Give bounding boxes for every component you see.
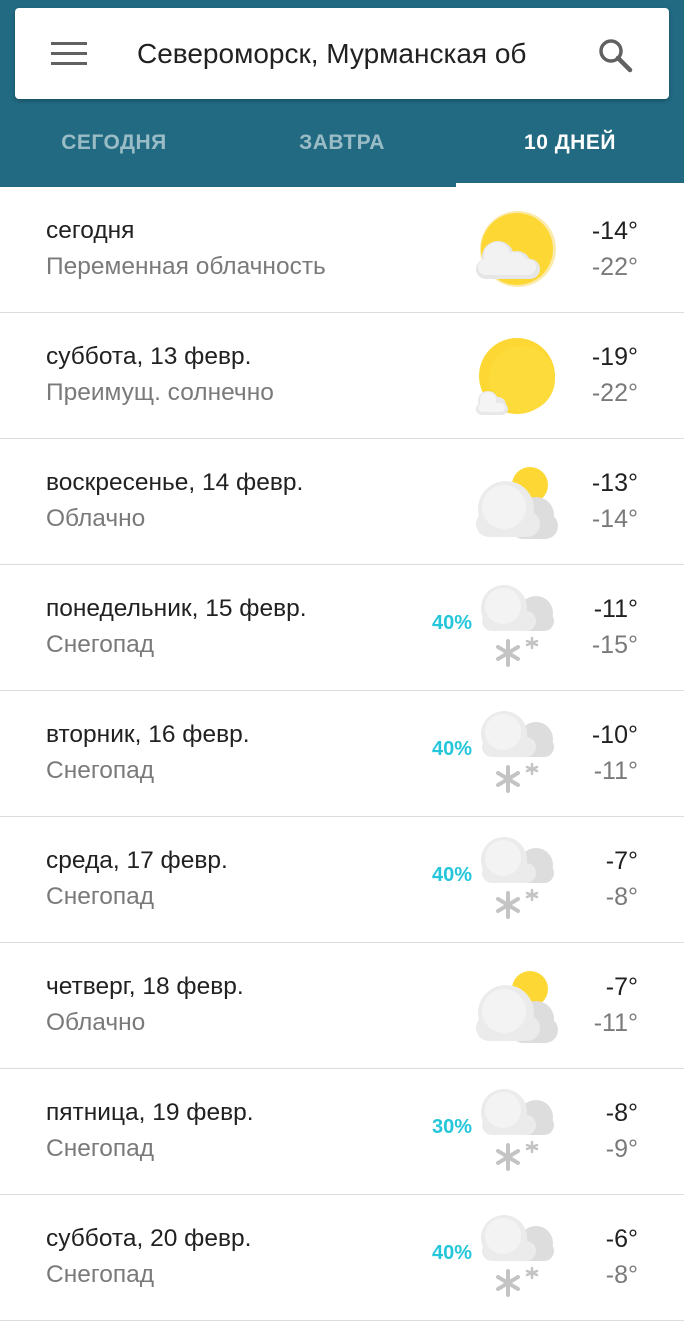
forecast-row[interactable]: сегодня Переменная облачность -14° -22° bbox=[0, 187, 684, 313]
precip-chance: 40% bbox=[431, 1242, 472, 1264]
menu-icon[interactable] bbox=[51, 42, 87, 66]
forecast-row[interactable]: воскресенье, 14 февр. Облачно -13° -14° bbox=[0, 439, 684, 565]
forecast-day: понедельник, 15 февр. bbox=[46, 595, 307, 622]
temp-high: -19° bbox=[591, 343, 638, 371]
temp-low: -22° bbox=[591, 379, 638, 407]
temp-low: -11° bbox=[593, 757, 638, 785]
app-header: Североморск, Мурманская об СЕГОДНЯ ЗАВТР… bbox=[0, 0, 684, 187]
temp-high: -7° bbox=[605, 847, 638, 875]
snow-icon bbox=[470, 707, 566, 803]
temp-high: -6° bbox=[605, 1225, 638, 1253]
search-icon[interactable] bbox=[596, 36, 636, 76]
temp-high: -14° bbox=[591, 217, 638, 245]
forecast-list[interactable]: сегодня Переменная облачность -14° -22° … bbox=[0, 187, 684, 1321]
precip-chance: 40% bbox=[431, 612, 472, 634]
location-search-input[interactable]: Североморск, Мурманская об bbox=[137, 34, 559, 74]
temp-low: -15° bbox=[591, 631, 638, 659]
temp-high: -11° bbox=[593, 595, 638, 623]
snow-icon bbox=[470, 581, 566, 677]
forecast-day: суббота, 20 февр. bbox=[46, 1225, 252, 1252]
forecast-condition: Преимущ. солнечно bbox=[46, 379, 274, 406]
forecast-condition: Снегопад bbox=[46, 883, 155, 910]
temp-low: -8° bbox=[605, 1261, 638, 1289]
temp-low: -11° bbox=[593, 1009, 638, 1037]
temp-low: -8° bbox=[605, 883, 638, 911]
forecast-condition: Снегопад bbox=[46, 1135, 155, 1162]
forecast-row[interactable]: суббота, 13 февр. Преимущ. солнечно -19°… bbox=[0, 313, 684, 439]
forecast-condition: Облачно bbox=[46, 505, 146, 532]
forecast-row[interactable]: среда, 17 февр. Снегопад 40% -7° -8° bbox=[0, 817, 684, 943]
partly-cloudy-icon bbox=[470, 203, 566, 299]
forecast-condition: Облачно bbox=[46, 1009, 146, 1036]
precip-chance: 30% bbox=[431, 1116, 472, 1138]
forecast-row[interactable]: суббота, 20 февр. Снегопад 40% -6° -8° bbox=[0, 1195, 684, 1321]
tab-10-days[interactable]: 10 ДНЕЙ bbox=[456, 100, 684, 187]
forecast-tabs: СЕГОДНЯ ЗАВТРА 10 ДНЕЙ bbox=[0, 100, 684, 187]
temp-low: -22° bbox=[591, 253, 638, 281]
forecast-row[interactable]: понедельник, 15 февр. Снегопад 40% -11° … bbox=[0, 565, 684, 691]
search-bar[interactable]: Североморск, Мурманская об bbox=[15, 8, 669, 99]
forecast-day: воскресенье, 14 февр. bbox=[46, 469, 304, 496]
forecast-condition: Переменная облачность bbox=[46, 253, 326, 280]
forecast-day: суббота, 13 февр. bbox=[46, 343, 252, 370]
precip-chance: 40% bbox=[431, 738, 472, 760]
snow-icon bbox=[470, 833, 566, 929]
mostly-sunny-icon bbox=[470, 329, 566, 425]
cloudy-icon bbox=[470, 959, 566, 1055]
forecast-row[interactable]: четверг, 18 февр. Облачно -7° -11° bbox=[0, 943, 684, 1069]
forecast-day: среда, 17 февр. bbox=[46, 847, 228, 874]
temp-low: -14° bbox=[591, 505, 638, 533]
forecast-row[interactable]: вторник, 16 февр. Снегопад 40% -10° -11° bbox=[0, 691, 684, 817]
forecast-day: вторник, 16 февр. bbox=[46, 721, 250, 748]
forecast-day: четверг, 18 февр. bbox=[46, 973, 244, 1000]
tab-today[interactable]: СЕГОДНЯ bbox=[0, 100, 228, 187]
forecast-day: пятница, 19 февр. bbox=[46, 1099, 254, 1126]
forecast-condition: Снегопад bbox=[46, 631, 155, 658]
temp-high: -7° bbox=[605, 973, 638, 1001]
snow-icon bbox=[470, 1211, 566, 1307]
precip-chance: 40% bbox=[431, 864, 472, 886]
temp-high: -8° bbox=[605, 1099, 638, 1127]
forecast-row[interactable]: пятница, 19 февр. Снегопад 30% -8° -9° bbox=[0, 1069, 684, 1195]
forecast-day: сегодня bbox=[46, 217, 135, 244]
tab-tomorrow[interactable]: ЗАВТРА bbox=[228, 100, 456, 187]
cloudy-icon bbox=[470, 455, 566, 551]
temp-low: -9° bbox=[605, 1135, 638, 1163]
temp-high: -13° bbox=[591, 469, 638, 497]
temp-high: -10° bbox=[591, 721, 638, 749]
snow-icon bbox=[470, 1085, 566, 1181]
forecast-condition: Снегопад bbox=[46, 757, 155, 784]
forecast-condition: Снегопад bbox=[46, 1261, 155, 1288]
